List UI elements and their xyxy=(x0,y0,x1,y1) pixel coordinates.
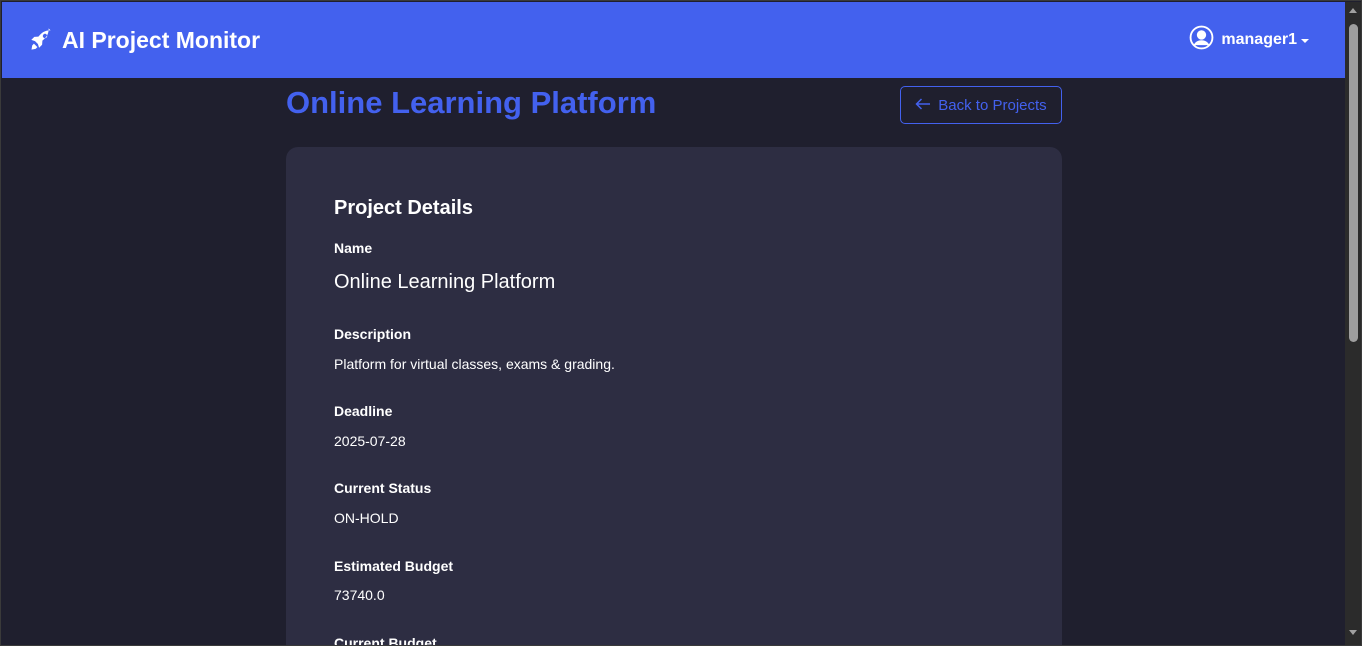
back-button-label: Back to Projects xyxy=(938,96,1047,114)
scroll-thumb[interactable] xyxy=(1349,24,1358,342)
status-value: ON-HOLD xyxy=(334,510,399,526)
back-to-projects-button[interactable]: Back to Projects xyxy=(900,86,1062,124)
description-label: Description xyxy=(334,326,412,342)
project-details-card: Project Details Name Online Learning Pla… xyxy=(286,147,1062,646)
estimated-budget-value: 73740.0 xyxy=(334,587,385,603)
status-label: Current Status xyxy=(334,480,432,496)
deadline-label: Deadline xyxy=(334,403,393,419)
vertical-scrollbar[interactable] xyxy=(1345,2,1361,645)
top-navbar: AI Project Monitor manager1 xyxy=(2,2,1345,78)
deadline-value: 2025-07-28 xyxy=(334,433,406,449)
name-value: Online Learning Platform xyxy=(334,271,556,293)
chevron-down-icon xyxy=(1301,39,1309,43)
estimated-budget-label: Estimated Budget xyxy=(334,558,454,574)
name-label: Name xyxy=(334,240,373,256)
user-dropdown[interactable]: manager1 xyxy=(1189,25,1309,55)
current-budget-label: Current Budget xyxy=(334,635,437,646)
scroll-down-icon[interactable] xyxy=(1349,630,1357,635)
user-circle-icon xyxy=(1189,25,1214,55)
scroll-up-icon[interactable] xyxy=(1349,8,1357,13)
brand-name: AI Project Monitor xyxy=(62,26,261,53)
description-value: Platform for virtual classes, exams & gr… xyxy=(334,356,615,372)
username: manager1 xyxy=(1221,31,1297,48)
arrow-left-icon xyxy=(915,97,931,114)
brand-link[interactable]: AI Project Monitor xyxy=(29,27,260,54)
app-window: AI Project Monitor manager1 Online Learn… xyxy=(0,0,1362,646)
page-title: Online Learning Platform xyxy=(286,85,657,120)
card-title: Project Details xyxy=(334,197,473,219)
rocket-icon xyxy=(29,28,53,52)
